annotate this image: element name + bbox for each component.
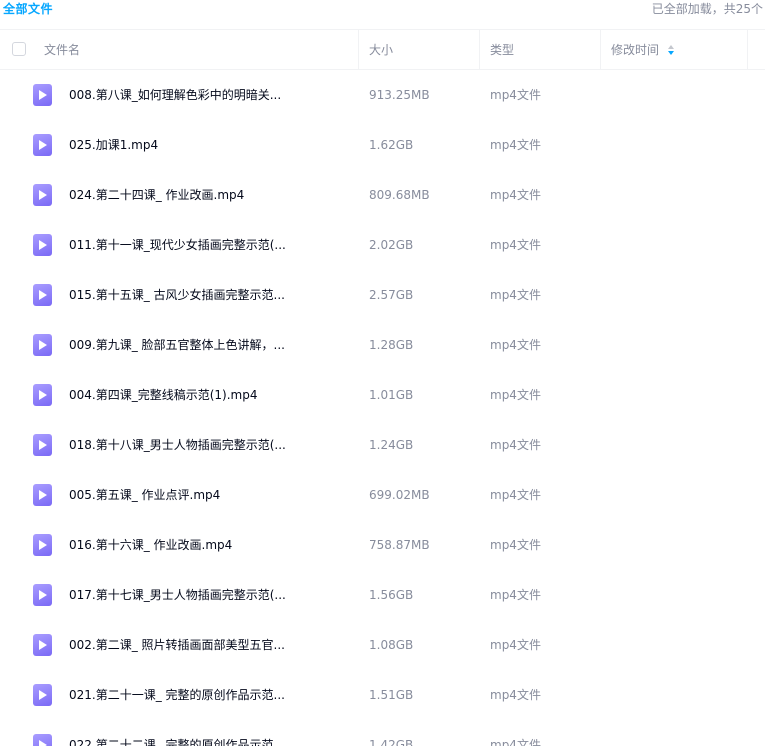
file-row[interactable]: 015.第十五课_ 古风少女插画完整示范... 2.57GB mp4文件 — [0, 270, 765, 320]
video-file-icon — [33, 334, 52, 356]
video-file-icon — [33, 184, 52, 206]
sort-icon[interactable] — [667, 44, 675, 56]
file-size: 1.62GB — [369, 138, 414, 152]
file-type: mp4文件 — [490, 638, 541, 652]
file-row[interactable]: 018.第十八课_男士人物插画完整示范(... 1.24GB mp4文件 — [0, 420, 765, 470]
file-name[interactable]: 005.第五课_ 作业点评.mp4 — [69, 470, 220, 520]
file-type: mp4文件 — [490, 388, 541, 402]
column-divider — [600, 30, 601, 70]
file-name[interactable]: 018.第十八课_男士人物插画完整示范(... — [69, 420, 286, 470]
file-row[interactable]: 005.第五课_ 作业点评.mp4 699.02MB mp4文件 — [0, 470, 765, 520]
video-file-icon — [33, 534, 52, 556]
video-file-icon — [33, 84, 52, 106]
file-size: 699.02MB — [369, 488, 430, 502]
file-row[interactable]: 008.第八课_如何理解色彩中的明暗关... 913.25MB mp4文件 — [0, 70, 765, 120]
header-file-name[interactable]: 文件名 — [44, 30, 80, 70]
file-type: mp4文件 — [490, 738, 541, 746]
video-file-icon — [33, 734, 52, 746]
video-file-icon — [33, 484, 52, 506]
file-size: 1.51GB — [369, 688, 414, 702]
file-name[interactable]: 009.第九课_ 脸部五官整体上色讲解，... — [69, 320, 285, 370]
file-name[interactable]: 004.第四课_完整线稿示范(1).mp4 — [69, 370, 257, 420]
file-row[interactable]: 002.第二课_ 照片转插画面部美型五官... 1.08GB mp4文件 — [0, 620, 765, 670]
file-row[interactable]: 004.第四课_完整线稿示范(1).mp4 1.01GB mp4文件 — [0, 370, 765, 420]
file-type: mp4文件 — [490, 288, 541, 302]
file-type: mp4文件 — [490, 338, 541, 352]
file-name[interactable]: 011.第十一课_现代少女插画完整示范(... — [69, 220, 286, 270]
file-size: 1.42GB — [369, 738, 414, 746]
file-row[interactable]: 017.第十七课_男士人物插画完整示范(... 1.56GB mp4文件 — [0, 570, 765, 620]
file-name[interactable]: 025.加课1.mp4 — [69, 120, 158, 170]
file-name[interactable]: 002.第二课_ 照片转插画面部美型五官... — [69, 620, 285, 670]
file-size: 758.87MB — [369, 538, 430, 552]
video-file-icon — [33, 584, 52, 606]
file-row[interactable]: 011.第十一课_现代少女插画完整示范(... 2.02GB mp4文件 — [0, 220, 765, 270]
file-size: 809.68MB — [369, 188, 430, 202]
header-modified-time[interactable]: 修改时间 — [611, 30, 675, 70]
file-list: 008.第八课_如何理解色彩中的明暗关... 913.25MB mp4文件 025.加… — [0, 70, 765, 746]
video-file-icon — [33, 684, 52, 706]
header-modified-time-label: 修改时间 — [611, 43, 660, 57]
file-type: mp4文件 — [490, 438, 541, 452]
file-type: mp4文件 — [490, 238, 541, 252]
file-row[interactable]: 024.第二十四课_ 作业改画.mp4 809.68MB mp4文件 — [0, 170, 765, 220]
file-type: mp4文件 — [490, 488, 541, 502]
file-name[interactable]: 022.第二十二课_ 完整的原创作品示范... — [69, 720, 285, 746]
file-type: mp4文件 — [490, 138, 541, 152]
file-type: mp4文件 — [490, 538, 541, 552]
load-status: 已全部加载，共25个 — [651, 2, 763, 16]
file-row[interactable]: 022.第二十二课_ 完整的原创作品示范... 1.42GB mp4文件 — [0, 720, 765, 746]
file-size: 1.01GB — [369, 388, 414, 402]
file-row[interactable]: 025.加课1.mp4 1.62GB mp4文件 — [0, 120, 765, 170]
file-list-header: 文件名 大小 类型 修改时间 — [0, 29, 765, 70]
breadcrumb-all-files[interactable]: 全部文件 — [3, 1, 53, 17]
column-divider — [358, 30, 359, 70]
video-file-icon — [33, 434, 52, 456]
file-row[interactable]: 021.第二十一课_ 完整的原创作品示范... 1.51GB mp4文件 — [0, 670, 765, 720]
file-name[interactable]: 015.第十五课_ 古风少女插画完整示范... — [69, 270, 285, 320]
header-type[interactable]: 类型 — [490, 30, 514, 70]
column-divider — [747, 30, 748, 70]
file-size: 2.02GB — [369, 238, 414, 252]
file-row[interactable]: 016.第十六课_ 作业改画.mp4 758.87MB mp4文件 — [0, 520, 765, 570]
video-file-icon — [33, 284, 52, 306]
file-name[interactable]: 008.第八课_如何理解色彩中的明暗关... — [69, 70, 281, 120]
column-divider — [479, 30, 480, 70]
file-type: mp4文件 — [490, 688, 541, 702]
file-size: 1.56GB — [369, 588, 414, 602]
file-name[interactable]: 016.第十六课_ 作业改画.mp4 — [69, 520, 232, 570]
video-file-icon — [33, 134, 52, 156]
header-size[interactable]: 大小 — [369, 30, 393, 70]
file-size: 1.28GB — [369, 338, 414, 352]
topbar: 全部文件 已全部加载，共25个 — [0, 0, 765, 28]
file-type: mp4文件 — [490, 88, 541, 102]
file-type: mp4文件 — [490, 188, 541, 202]
file-row[interactable]: 009.第九课_ 脸部五官整体上色讲解，... 1.28GB mp4文件 — [0, 320, 765, 370]
file-size: 1.08GB — [369, 638, 414, 652]
video-file-icon — [33, 384, 52, 406]
video-file-icon — [33, 234, 52, 256]
file-name[interactable]: 017.第十七课_男士人物插画完整示范(... — [69, 570, 286, 620]
file-size: 1.24GB — [369, 438, 414, 452]
file-type: mp4文件 — [490, 588, 541, 602]
file-name[interactable]: 021.第二十一课_ 完整的原创作品示范... — [69, 670, 285, 720]
file-name[interactable]: 024.第二十四课_ 作业改画.mp4 — [69, 170, 244, 220]
file-size: 913.25MB — [369, 88, 430, 102]
file-size: 2.57GB — [369, 288, 414, 302]
video-file-icon — [33, 634, 52, 656]
select-all-checkbox[interactable] — [12, 42, 26, 56]
